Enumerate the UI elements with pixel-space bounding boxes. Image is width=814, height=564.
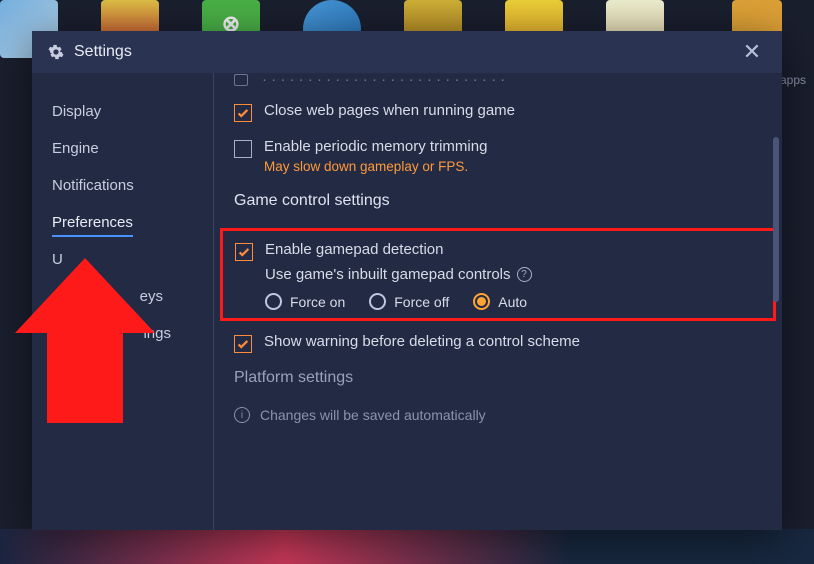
radio-auto[interactable]: Auto: [473, 293, 527, 310]
highlight-box-annotation: Enable gamepad detection Use game's inbu…: [220, 228, 776, 321]
section-game-control-heading: Game control settings: [234, 192, 762, 210]
section-platform-heading: Platform settings: [234, 369, 762, 387]
radio-force-on[interactable]: Force on: [265, 293, 345, 310]
sidebar-item-obscured-3[interactable]: ings: [32, 315, 213, 352]
checkbox-gamepad-detection[interactable]: [235, 243, 253, 261]
sub-gamepad-label: Use game's inbuilt gamepad controls: [265, 266, 511, 283]
gear-icon: [48, 44, 64, 60]
checkbox-close-web[interactable]: [234, 104, 252, 122]
info-row: i Changes will be saved automatically: [234, 407, 762, 423]
option-memory-trim[interactable]: Enable periodic memory trimming May slow…: [234, 138, 762, 174]
option-close-web-label: Close web pages when running game: [264, 102, 515, 119]
sidebar-item-about[interactable]: About: [32, 352, 213, 389]
background-gradient: [0, 529, 814, 564]
radio-force-off-circle[interactable]: [369, 293, 386, 310]
radio-group-gamepad: Force on Force off Auto: [265, 293, 532, 310]
option-gamepad-detection[interactable]: Enable gamepad detection Use game's inbu…: [235, 241, 761, 310]
info-text: Changes will be saved automatically: [260, 407, 486, 423]
option-show-warning-label: Show warning before deleting a control s…: [264, 333, 580, 350]
sidebar-item-obscured-2[interactable]: eys: [32, 278, 213, 315]
info-icon: i: [234, 407, 250, 423]
content-panel: · · · · · · · · · · · · · · · · · · · · …: [214, 73, 782, 530]
option-show-warning[interactable]: Show warning before deleting a control s…: [234, 333, 762, 351]
cutoff-row: · · · · · · · · · · · · · · · · · · · · …: [234, 73, 762, 88]
sidebar-item-engine[interactable]: Engine: [32, 130, 213, 167]
sidebar-item-notifications[interactable]: Notifications: [32, 167, 213, 204]
apps-label: apps: [780, 73, 806, 87]
option-memory-trim-warning: May slow down gameplay or FPS.: [264, 159, 487, 174]
help-icon[interactable]: ?: [517, 267, 532, 282]
close-button[interactable]: ✕: [738, 41, 766, 63]
settings-modal: Settings ✕ Display Engine Notifications …: [32, 31, 782, 530]
sidebar: Display Engine Notifications Preferences…: [32, 73, 214, 530]
modal-title: Settings: [74, 43, 738, 61]
modal-header: Settings ✕: [32, 31, 782, 73]
option-close-web[interactable]: Close web pages when running game: [234, 102, 762, 120]
sidebar-item-obscured-1[interactable]: U: [32, 241, 213, 278]
sidebar-item-preferences[interactable]: Preferences: [32, 204, 213, 241]
option-memory-trim-label: Enable periodic memory trimming: [264, 138, 487, 155]
sidebar-item-display[interactable]: Display: [32, 93, 213, 130]
radio-force-off[interactable]: Force off: [369, 293, 449, 310]
checkbox-memory-trim[interactable]: [234, 140, 252, 158]
radio-force-on-circle[interactable]: [265, 293, 282, 310]
scrollbar-thumb[interactable]: [773, 137, 779, 302]
option-gamepad-label: Enable gamepad detection: [265, 241, 532, 258]
checkbox-show-warning[interactable]: [234, 335, 252, 353]
radio-auto-circle[interactable]: [473, 293, 490, 310]
